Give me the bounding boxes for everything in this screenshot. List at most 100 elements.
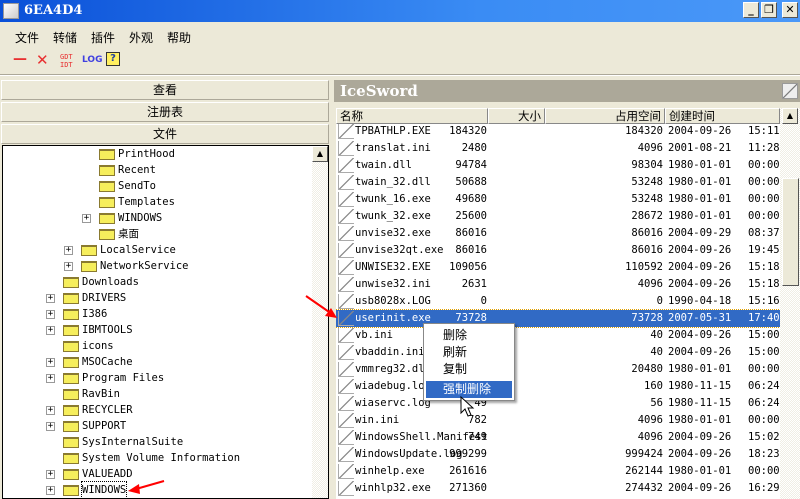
- file-size: 49680: [455, 193, 487, 205]
- minus-icon[interactable]: —: [13, 51, 27, 67]
- context-menu: 删除 刷新 复制强制删除: [423, 323, 515, 401]
- file-row[interactable]: unvise32qt.exe 86016 86016 2004-09-26 19:45:: [336, 242, 786, 259]
- expand-icon[interactable]: +: [64, 262, 73, 271]
- menu-appearance[interactable]: 外观: [129, 29, 153, 46]
- file-row[interactable]: vbaddin.ini37402004-09-2615:00:: [336, 344, 786, 361]
- delete-x-icon[interactable]: ✕: [36, 51, 49, 69]
- file-row[interactable]: WindowsUpdate.log 999299 999424 2004-09-26 1…: [336, 446, 786, 463]
- file-name: vb.ini: [355, 329, 393, 341]
- file-date: 1980-01-01: [668, 465, 732, 477]
- folder-icon: [63, 357, 79, 368]
- expand-icon[interactable]: +: [46, 486, 55, 495]
- nav-view-button[interactable]: 查看: [1, 80, 329, 100]
- file-row[interactable]: translat.ini 2480 4096 2001-08-21 11:28:: [336, 140, 786, 157]
- file-row[interactable]: winhelp.exe 261616 262144 1980-01-01 00:00:: [336, 463, 786, 480]
- splitter[interactable]: [330, 76, 334, 499]
- file-row[interactable]: vb.ini36402004-09-2615:00:: [336, 327, 786, 344]
- tree-item[interactable]: + WINDOWS: [3, 210, 312, 226]
- file-icon: [338, 209, 354, 224]
- file-row[interactable]: UNWISE32.EXE 109056 110592 2004-09-26 15:18:: [336, 259, 786, 276]
- expand-icon[interactable]: +: [64, 246, 73, 255]
- expand-icon[interactable]: +: [46, 422, 55, 431]
- file-row[interactable]: twain_32.dll 50688 53248 1980-01-01 00:00:: [336, 174, 786, 191]
- tree-item[interactable]: + Program Files: [3, 370, 312, 386]
- file-row[interactable]: unwise32.ini 2631 4096 2004-09-26 15:18:: [336, 276, 786, 293]
- tree-item[interactable]: + WINDOWS: [3, 481, 312, 498]
- tree-item[interactable]: + NetworkService: [3, 258, 312, 274]
- context-menu-item[interactable]: 复制: [426, 361, 512, 378]
- nav-files-button[interactable]: 文件: [1, 124, 329, 144]
- column-created[interactable]: 创建时间: [665, 108, 780, 124]
- help-icon[interactable]: ?: [106, 52, 120, 66]
- tree-item[interactable]: + DRIVERS: [3, 290, 312, 306]
- tree-item[interactable]: SendTo: [3, 178, 312, 194]
- tree-item[interactable]: + MSOCache: [3, 354, 312, 370]
- log-button[interactable]: LOG: [82, 55, 102, 65]
- column-name[interactable]: 名称: [336, 108, 488, 124]
- file-icon: [338, 311, 354, 326]
- menu-plugins[interactable]: 插件: [91, 29, 115, 46]
- list-scroll-up-arrow[interactable]: ▲: [782, 108, 798, 124]
- tree-item-label: Templates: [118, 196, 175, 208]
- tree-item[interactable]: Templates: [3, 194, 312, 210]
- file-row[interactable]: usb8028x.LOG 0 0 1990-04-18 15:16:: [336, 293, 786, 310]
- expand-icon[interactable]: +: [46, 294, 55, 303]
- expand-icon[interactable]: +: [46, 326, 55, 335]
- tree-item[interactable]: Recent: [3, 162, 312, 178]
- tree-item[interactable]: + IBMTOOLS: [3, 322, 312, 338]
- expand-icon[interactable]: +: [46, 310, 55, 319]
- file-icon: [338, 481, 354, 496]
- context-menu-item[interactable]: 刷新: [426, 344, 512, 361]
- tree-item[interactable]: SysInternalSuite: [3, 434, 312, 450]
- expand-icon[interactable]: +: [82, 214, 91, 223]
- file-allocated: 4096: [637, 414, 663, 426]
- gdt-idt-button[interactable]: GDT IDT: [60, 53, 73, 69]
- tree-item[interactable]: icons: [3, 338, 312, 354]
- file-row[interactable]: twunk_16.exe 49680 53248 1980-01-01 00:00:: [336, 191, 786, 208]
- file-row[interactable]: unvise32.exe 86016 86016 2004-09-29 08:37:: [336, 225, 786, 242]
- menu-help[interactable]: 帮助: [167, 29, 191, 46]
- file-allocated: 4096: [637, 142, 663, 154]
- column-allocated[interactable]: 占用空间: [545, 108, 665, 124]
- tree-item[interactable]: 桌面: [3, 226, 312, 242]
- menu-dump[interactable]: 转储: [53, 29, 77, 46]
- scroll-up-arrow[interactable]: ▲: [312, 146, 328, 162]
- restore-button[interactable]: ❐: [761, 2, 777, 18]
- tree-item[interactable]: + RECYCLER: [3, 402, 312, 418]
- file-row[interactable]: twunk_32.exe 25600 28672 1980-01-01 00:00:: [336, 208, 786, 225]
- menu-file[interactable]: 文件: [15, 29, 39, 46]
- context-menu-item[interactable]: 强制删除: [426, 381, 512, 398]
- tree-item[interactable]: + SUPPORT: [3, 418, 312, 434]
- file-date: 1980-01-01: [668, 176, 732, 188]
- file-row[interactable]: TPBATHLP.EXE 184320 184320 2004-09-26 15:11:: [336, 123, 786, 140]
- file-date: 2004-09-26: [668, 431, 732, 443]
- file-row[interactable]: twain.dll 94784 98304 1980-01-01 00:00:: [336, 157, 786, 174]
- file-row[interactable]: wiadebug.log1591601980-11-1506:24:: [336, 378, 786, 395]
- minimize-button[interactable]: _: [743, 2, 759, 18]
- tree-item[interactable]: RavBin: [3, 386, 312, 402]
- tree-item[interactable]: Downloads: [3, 274, 312, 290]
- file-row[interactable]: vmmreg32.dll18944204801980-01-0100:00:: [336, 361, 786, 378]
- nav-registry-button[interactable]: 注册表: [1, 102, 329, 122]
- list-scrollbar[interactable]: ▲: [780, 108, 800, 499]
- close-button[interactable]: ✕: [782, 2, 798, 18]
- tree-item[interactable]: System Volume Information: [3, 450, 312, 466]
- column-size[interactable]: 大小: [488, 108, 545, 124]
- context-menu-item[interactable]: 删除: [426, 327, 512, 344]
- expand-icon[interactable]: +: [46, 374, 55, 383]
- file-row[interactable]: wiaservc.log 49 56 1980-11-15 06:24:: [336, 395, 786, 412]
- tree-scrollbar[interactable]: ▲: [312, 146, 328, 498]
- file-row[interactable]: WindowsShell.Manifest 749 4096 2004-09-26 15…: [336, 429, 786, 446]
- file-size: 184320: [449, 125, 487, 137]
- expand-icon[interactable]: +: [46, 406, 55, 415]
- tree-item[interactable]: PrintHood: [3, 146, 312, 162]
- file-row[interactable]: win.ini 782 4096 1980-01-01 00:00:: [336, 412, 786, 429]
- file-row[interactable]: userinit.exe 73728 73728 2007-05-31 17:40:: [336, 309, 786, 328]
- tree-item[interactable]: + VALUEADD: [3, 466, 312, 482]
- tree-item[interactable]: + LocalService: [3, 242, 312, 258]
- expand-icon[interactable]: +: [46, 470, 55, 479]
- expand-icon[interactable]: +: [46, 358, 55, 367]
- list-scroll-thumb[interactable]: [782, 178, 799, 286]
- tree-item[interactable]: + I386: [3, 306, 312, 322]
- file-row[interactable]: winhlp32.exe 271360 274432 2004-09-26 16:29:: [336, 480, 786, 497]
